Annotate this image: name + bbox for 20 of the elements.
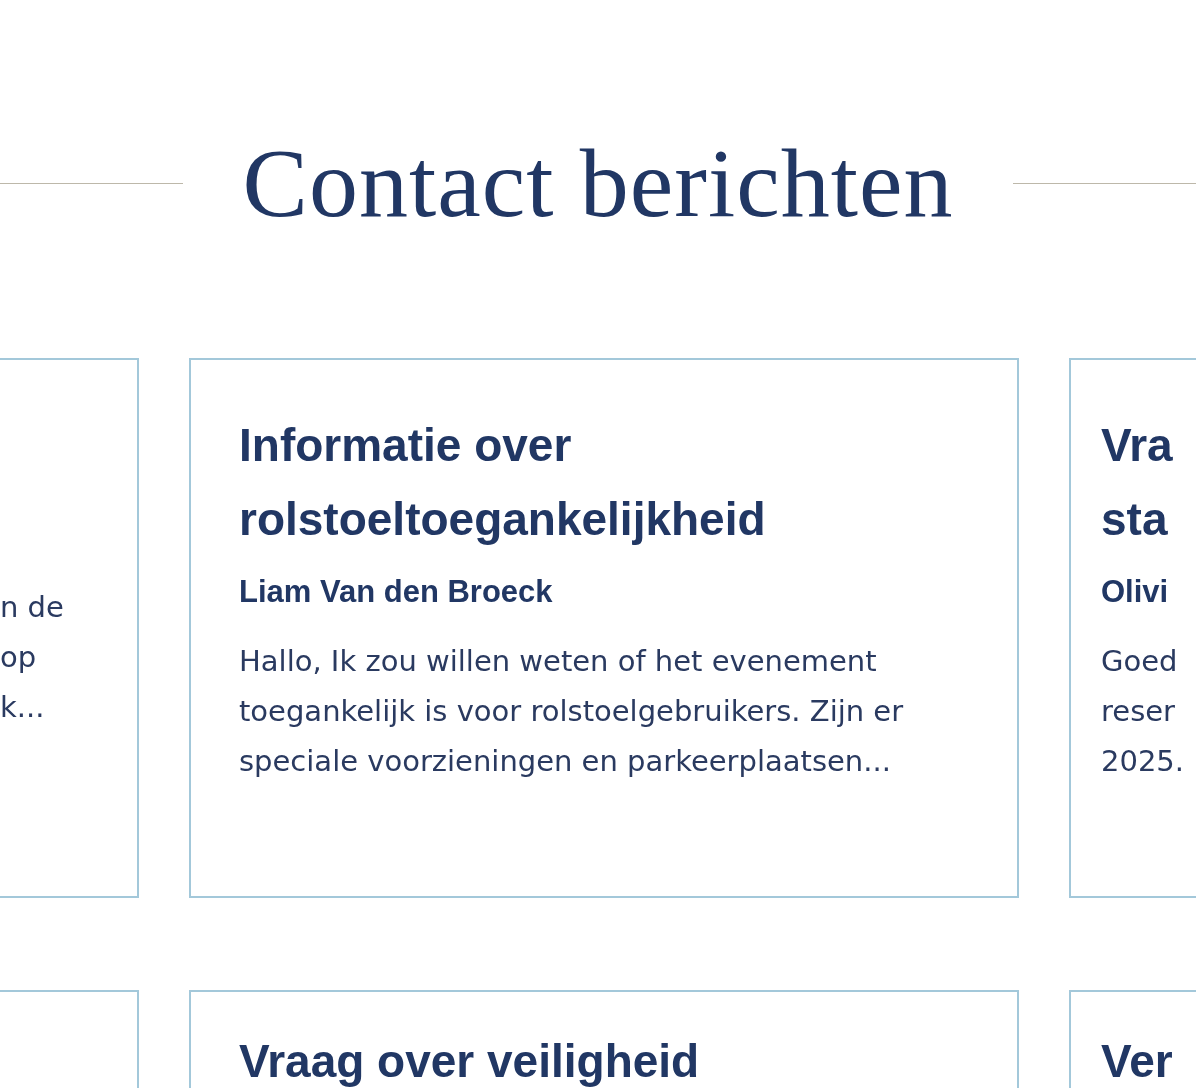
message-card[interactable]: Ver (1069, 990, 1196, 1088)
message-preview-line: 2025. (1101, 743, 1186, 780)
message-card[interactable]: Informatie over rolstoeltoegankelijkheid Liam Van den Broeck Hallo, Ik zou willen weten of het evenement toegankelijk is voor rolstoelgebruikers. Zijn er speciale voorzieningen en parkeerplaatsen... (189, 358, 1019, 898)
message-card[interactable]: n de op k... (0, 358, 139, 898)
page-heading: Contact berichten (242, 134, 954, 232)
message-title-line: Ver (1101, 1036, 1174, 1086)
message-preview-line: k... (0, 689, 46, 726)
message-author: Liam Van den Broeck (239, 573, 554, 611)
message-preview-line: n de (0, 589, 65, 626)
message-preview-line: reser (1101, 693, 1176, 730)
message-title-line: sta (1101, 492, 1169, 547)
message-preview-line: op (0, 639, 38, 676)
message-card[interactable]: Vraag over veiligheid (189, 990, 1019, 1088)
message-preview: Hallo, Ik zou willen weten of het evenement toegankelijk is voor rolstoelgebruikers. Zijn er speciale voorzieningen en parkeerplaatsen... (239, 643, 905, 780)
message-preview-line: Goed (1101, 643, 1179, 680)
message-title-line: Vra (1101, 418, 1174, 473)
message-author: Olivi (1101, 573, 1170, 611)
message-card[interactable]: Vra sta Olivi Goed reser 2025. (1069, 358, 1196, 898)
message-title: Vraag over veiligheid (239, 1036, 701, 1086)
message-title: Informatie over rolstoeltoegankelijkheid (239, 418, 767, 547)
